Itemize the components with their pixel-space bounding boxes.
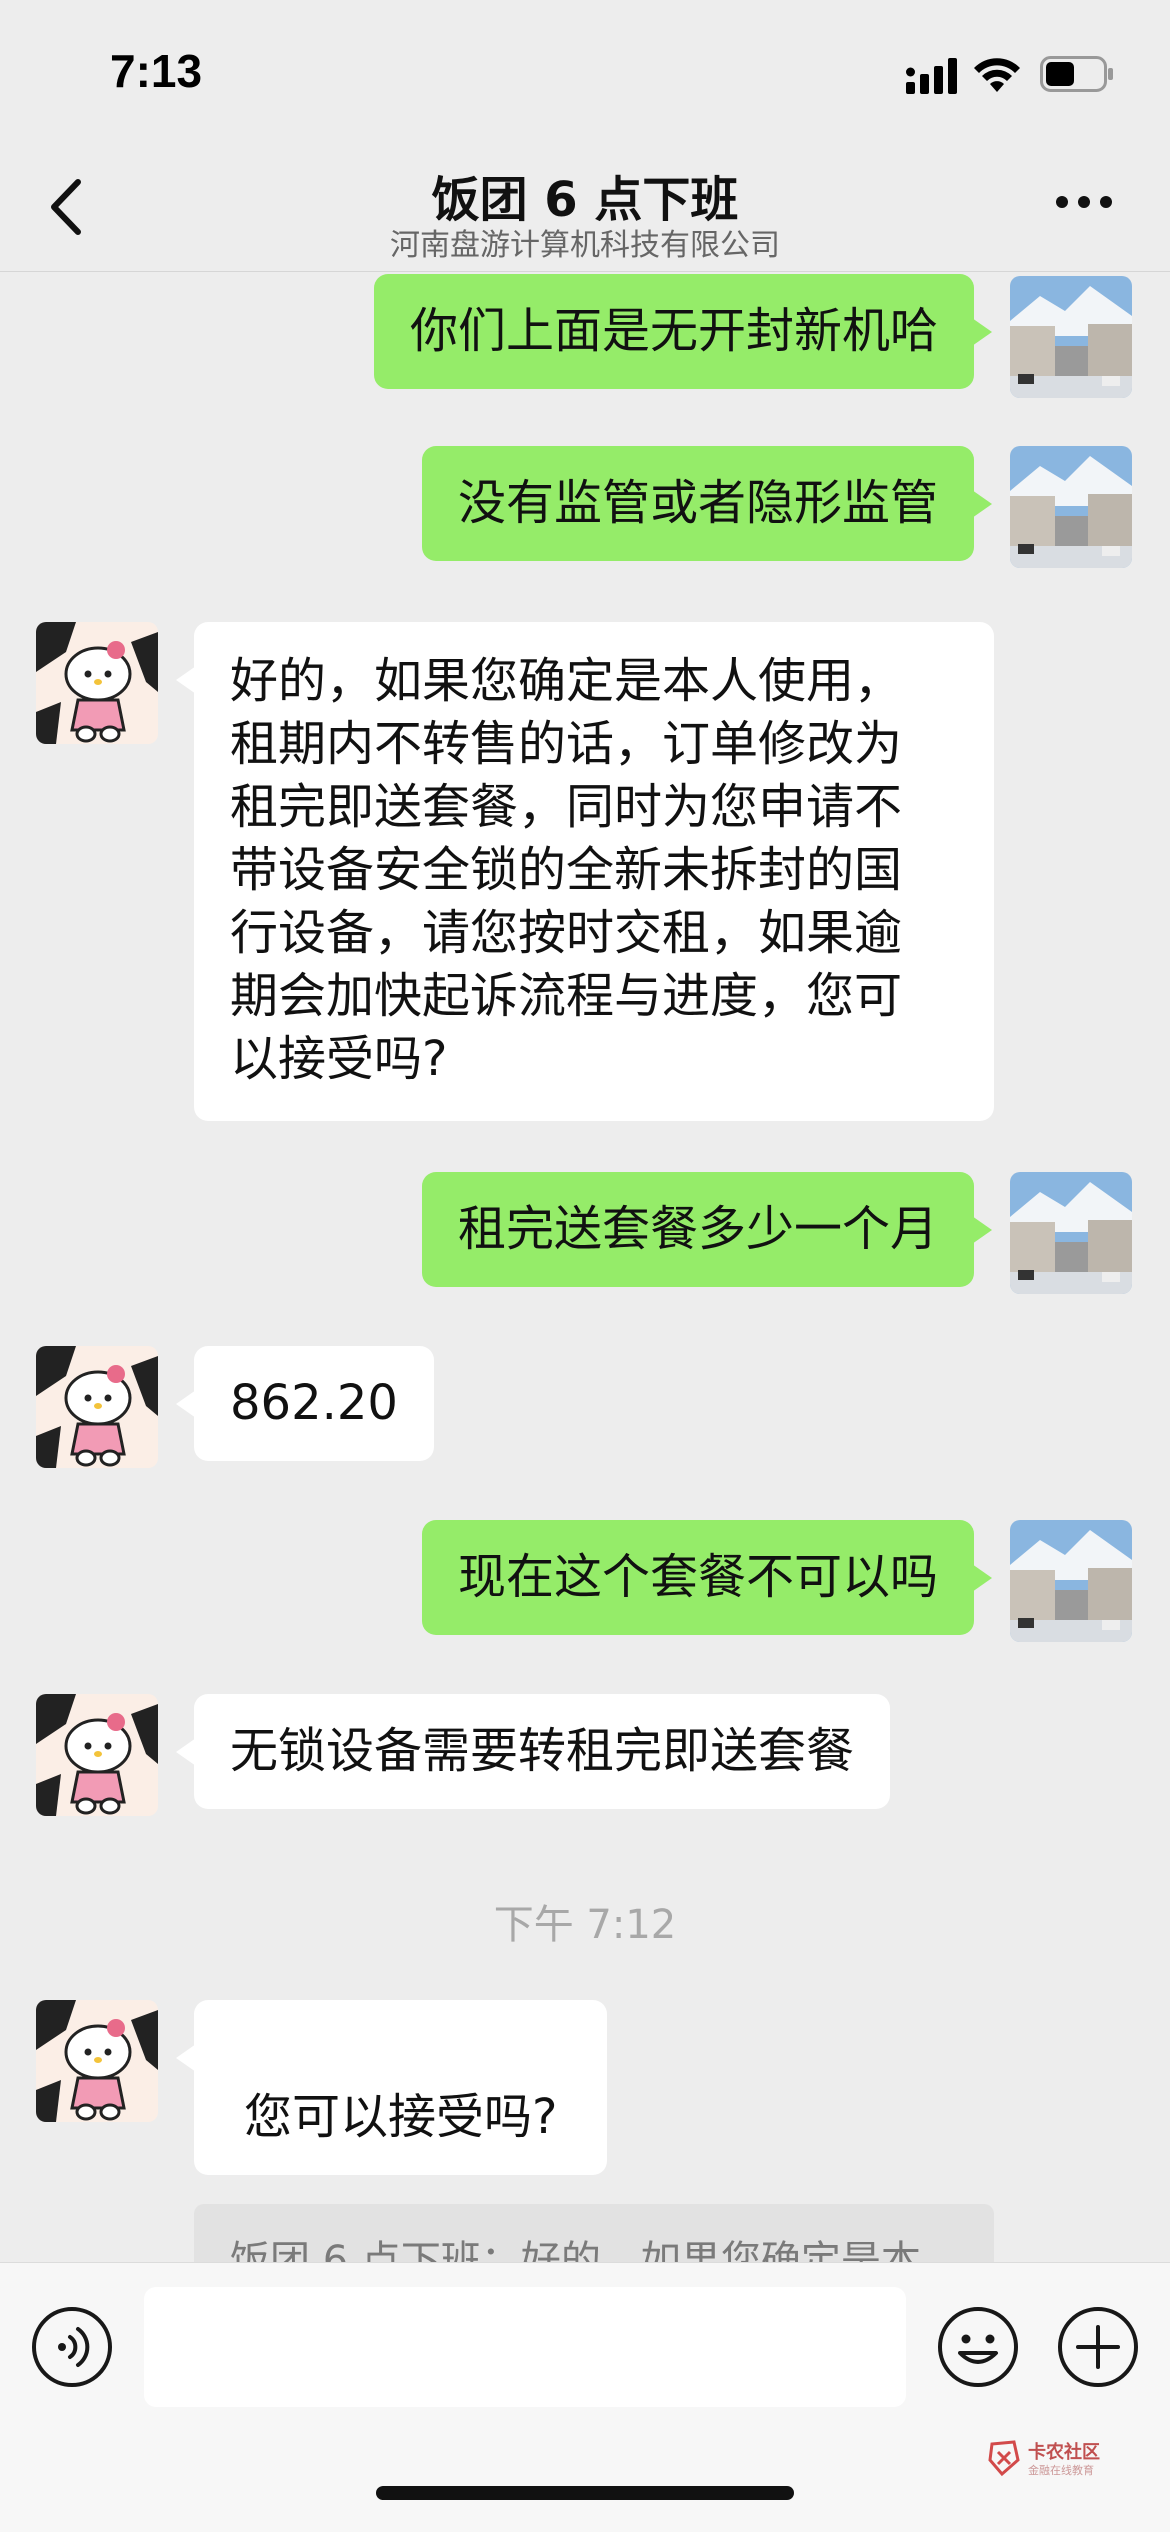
- message-text-line: 租期内不转售的话，订单修改为: [230, 716, 903, 772]
- message-bubble-sent[interactable]: 没有监管或者隐形监管: [421, 446, 993, 561]
- hello-kitty-avatar-icon: [36, 1346, 158, 1468]
- home-indicator[interactable]: [376, 2486, 794, 2500]
- contact-avatar[interactable]: [36, 1346, 158, 1468]
- emoji-icon[interactable]: [936, 2305, 1020, 2389]
- hello-kitty-avatar-icon: [36, 2000, 158, 2122]
- battery-icon: [1040, 56, 1113, 92]
- street-photo-avatar-icon: [1010, 1520, 1132, 1642]
- my-avatar[interactable]: [1010, 446, 1132, 568]
- message-text: 现在这个套餐不可以吗: [457, 1549, 938, 1605]
- watermark-icon: [988, 2440, 1020, 2477]
- contact-avatar[interactable]: [36, 622, 158, 744]
- voice-icon[interactable]: [30, 2305, 114, 2389]
- message-bubble-sent[interactable]: 租完送套餐多少一个月: [421, 1172, 993, 1287]
- chat-header: 饭团 6 点下班 河南盘游计算机科技有限公司: [0, 150, 1170, 272]
- message-text: 你们上面是无开封新机哈: [409, 303, 938, 359]
- message-text-line: 好的，如果您确定是本人使用，: [230, 653, 903, 709]
- message-text: 租完送套餐多少一个月: [457, 1201, 938, 1257]
- message-text-line: 行设备，请您按时交租，如果逾: [230, 905, 903, 961]
- message-bubble-received[interactable]: 好的，如果您确定是本人使用， 租期内不转售的话，订单修改为 租完即送套餐，同时为…: [176, 622, 994, 1121]
- my-avatar[interactable]: [1010, 1172, 1132, 1294]
- quoted-reply-text: 饭团 6 点下班：好的，如果您确定是本: [230, 2238, 921, 2262]
- my-avatar[interactable]: [1010, 1520, 1132, 1642]
- message-text-line: 租完即送套餐，同时为您申请不: [230, 779, 903, 835]
- message-bubble-received[interactable]: 862.20: [176, 1346, 434, 1461]
- contact-avatar[interactable]: [36, 1694, 158, 1816]
- watermark-logo: 卡农社区 金融在线教育: [988, 2438, 1148, 2486]
- chat-subtitle: 河南盘游计算机科技有限公司: [390, 228, 780, 263]
- message-list[interactable]: 你们上面是无开封新机哈 没有监管或者隐形监管 好的，如果您确定是本人使用， 租期…: [0, 272, 1170, 2262]
- status-time: 7:13: [110, 45, 203, 97]
- message-text: 无锁设备需要转租完即送套餐: [230, 1723, 855, 1779]
- message-bubble-received[interactable]: 无锁设备需要转租完即送套餐: [175, 1694, 891, 1809]
- more-dots-icon[interactable]: [1054, 190, 1114, 214]
- message-bubble-sent[interactable]: 你们上面是无开封新机哈: [373, 274, 993, 389]
- hello-kitty-avatar-icon: [36, 622, 158, 744]
- wifi-icon: [974, 58, 1020, 92]
- plus-icon[interactable]: [1056, 2305, 1140, 2389]
- status-bar: 7:13: [0, 0, 1170, 150]
- quoted-reply[interactable]: 饭团 6 点下班：好的，如果您确定是本: [194, 2204, 994, 2262]
- contact-avatar[interactable]: [36, 2000, 158, 2122]
- watermark-title: 卡农社区: [1028, 2442, 1100, 2463]
- cellular-signal-icon: [906, 58, 957, 94]
- message-text: 没有监管或者隐形监管: [457, 475, 938, 531]
- hello-kitty-avatar-icon: [36, 1694, 158, 1816]
- message-text: 您可以接受吗?: [244, 2089, 558, 2145]
- watermark-subtitle: 金融在线教育: [1028, 2464, 1094, 2477]
- message-input[interactable]: [144, 2287, 906, 2407]
- street-photo-avatar-icon: [1010, 1172, 1132, 1294]
- message-bubble-sent[interactable]: 现在这个套餐不可以吗: [421, 1520, 993, 1635]
- message-bubble-received[interactable]: 您可以接受吗?: [175, 2000, 608, 2175]
- my-avatar[interactable]: [1010, 276, 1132, 398]
- message-text-line: 期会加快起诉流程与进度，您可: [230, 968, 903, 1024]
- message-timestamp: 下午 7:12: [493, 1902, 677, 1948]
- message-text-line: 以接受吗?: [230, 1031, 448, 1087]
- street-photo-avatar-icon: [1010, 276, 1132, 398]
- message-text-line: 带设备安全锁的全新未拆封的国: [230, 842, 903, 898]
- street-photo-avatar-icon: [1010, 446, 1132, 568]
- message-text: 862.20: [230, 1375, 398, 1431]
